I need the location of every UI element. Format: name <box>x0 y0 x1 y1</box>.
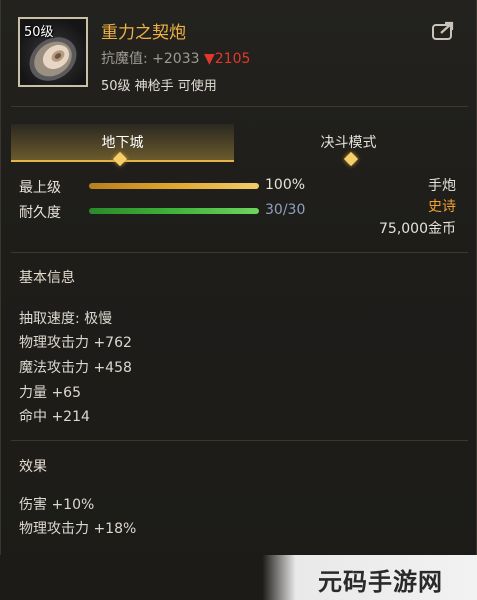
stat-line: 魔法攻击力 +458 <box>19 360 132 376</box>
price-text: 75,000金币 <box>379 221 456 237</box>
item-icon-frame[interactable]: 50级 <box>18 17 88 87</box>
grade-bar-fill <box>89 183 259 189</box>
watermark-text: 元码手游网 <box>318 568 443 596</box>
item-name: 重力之契炮 <box>101 23 186 43</box>
grade-bar <box>89 183 259 189</box>
rarity-text: 史诗 <box>428 199 456 215</box>
resist-change: ▼2105 <box>203 51 251 67</box>
resist-label: 抗魔值: <box>101 51 148 67</box>
tab-duel-label: 决斗模式 <box>320 135 377 151</box>
share-icon[interactable] <box>431 20 457 42</box>
effect-line: 伤害 +10% <box>19 497 95 513</box>
grade-label: 最上级 <box>19 180 61 196</box>
resist-value: +2033 <box>152 51 200 67</box>
weapon-type: 手炮 <box>428 178 456 194</box>
stats-divider <box>11 252 468 253</box>
stat-line: 抽取速度: 极慢 <box>19 311 113 327</box>
requirement-text: 50级 神枪手 可使用 <box>101 79 217 94</box>
item-level-tag: 50级 <box>24 25 54 40</box>
tab-dungeon-label: 地下城 <box>101 135 144 151</box>
grade-value: 100% <box>265 177 306 193</box>
durability-value: 30/30 <box>265 202 306 218</box>
header-divider <box>11 106 468 107</box>
resist-line: 抗魔值: +2033 ▼2105 <box>101 48 250 68</box>
stat-line: 物理攻击力 +762 <box>19 335 132 351</box>
item-tooltip-panel: 50级 重力之契炮 抗魔值: +2033 ▼2105 50级 神枪手 可使用 地… <box>0 0 477 600</box>
basic-info-title: 基本信息 <box>19 270 75 286</box>
stat-line: 力量 +65 <box>19 385 81 401</box>
effects-divider <box>11 440 468 441</box>
effects-title: 效果 <box>19 459 47 475</box>
durability-bar-fill <box>89 208 259 214</box>
durability-label: 耐久度 <box>19 205 61 221</box>
durability-bar <box>89 208 259 214</box>
effect-line: 物理攻击力 +18% <box>19 521 137 537</box>
stat-line: 命中 +214 <box>19 409 90 425</box>
